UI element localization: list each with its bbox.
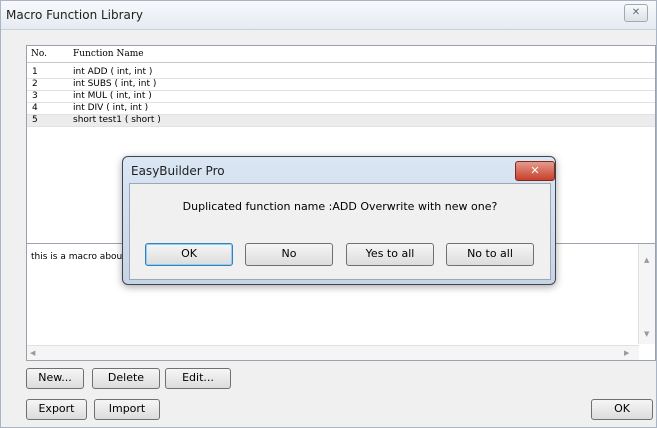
close-icon: ✕	[631, 7, 641, 18]
dialog-no-to-all-button[interactable]: No to all	[446, 243, 534, 266]
table-row[interactable]: 4 int DIV ( int, int )	[27, 103, 655, 115]
table-row[interactable]: 3 int MUL ( int, int )	[27, 91, 655, 103]
window-title: Macro Function Library	[6, 8, 143, 22]
dialog-yes-to-all-button[interactable]: Yes to all	[346, 243, 434, 266]
column-header-no[interactable]: No.	[31, 49, 47, 59]
function-name: int DIV ( int, int )	[73, 103, 149, 113]
function-name: short test1 ( short )	[73, 115, 161, 125]
duplicate-confirm-dialog: EasyBuilder Pro ✕ Duplicated function na…	[122, 156, 556, 285]
table-row[interactable]: 2 int SUBS ( int, int )	[27, 79, 655, 91]
dialog-close-button[interactable]: ✕	[515, 161, 555, 181]
table-row-selected[interactable]: 5 short test1 ( short )	[27, 115, 655, 127]
scroll-up-icon[interactable]: ▲	[644, 256, 649, 264]
function-name: int SUBS ( int, int )	[73, 79, 157, 89]
function-name: int ADD ( int, int )	[73, 67, 153, 77]
dialog-message: Duplicated function name :ADD Overwrite …	[182, 200, 498, 213]
delete-button[interactable]: Delete	[92, 368, 160, 389]
scroll-down-icon[interactable]: ▼	[644, 330, 649, 338]
window-titlebar: Macro Function Library ✕	[1, 1, 656, 30]
dialog-title: EasyBuilder Pro	[131, 164, 225, 178]
row-number: 3	[32, 91, 38, 101]
dialog-body: Duplicated function name :ADD Overwrite …	[129, 183, 551, 280]
scroll-left-icon[interactable]: ◀	[30, 349, 35, 357]
import-button[interactable]: Import	[94, 399, 160, 420]
function-name: int MUL ( int, int )	[73, 91, 152, 101]
edit-button[interactable]: Edit...	[165, 368, 231, 389]
new-button[interactable]: New...	[26, 368, 84, 389]
row-number: 2	[32, 79, 38, 89]
row-number: 4	[32, 103, 38, 113]
dialog-ok-button[interactable]: OK	[145, 243, 233, 266]
scroll-right-icon[interactable]: ▶	[624, 349, 629, 357]
ok-button[interactable]: OK	[591, 399, 653, 420]
row-number: 1	[32, 67, 38, 77]
description-text: this is a macro about s	[31, 252, 134, 262]
close-icon: ✕	[530, 164, 540, 177]
dialog-no-button[interactable]: No	[245, 243, 333, 266]
table-header: No. Function Name	[27, 46, 655, 63]
row-number: 5	[32, 115, 38, 125]
horizontal-scrollbar[interactable]: ◀ ▶	[27, 345, 639, 360]
window-close-button[interactable]: ✕	[624, 4, 648, 22]
column-header-function-name[interactable]: Function Name	[73, 49, 144, 59]
vertical-scrollbar[interactable]: ▲ ▼	[638, 244, 655, 344]
table-row[interactable]: 1 int ADD ( int, int )	[27, 67, 655, 79]
export-button[interactable]: Export	[26, 399, 87, 420]
